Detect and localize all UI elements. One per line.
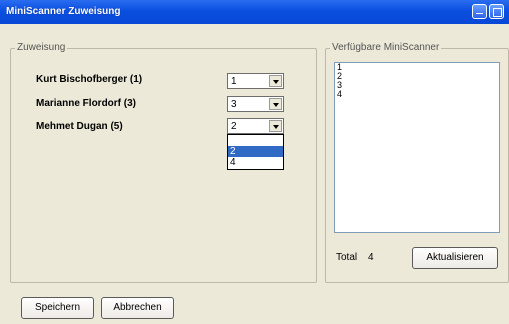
dropdown-option[interactable]: 4	[228, 157, 283, 168]
title-bar: MiniScanner Zuweisung	[0, 0, 509, 24]
dropdown-option[interactable]	[228, 135, 283, 146]
minimize-button[interactable]	[472, 4, 487, 19]
chevron-down-icon[interactable]	[269, 98, 282, 110]
total-label: Total	[336, 252, 358, 263]
maximize-icon	[493, 8, 502, 17]
chevron-down-icon[interactable]	[269, 75, 282, 87]
list-item[interactable]: 3	[335, 81, 499, 90]
scanner-select-mehmet[interactable]: 2	[227, 118, 284, 134]
chevron-down-icon[interactable]	[269, 120, 282, 132]
person-label-mehmet: Mehmet Dugan (5)	[36, 121, 123, 132]
dropdown-option-selected[interactable]: 2	[228, 146, 283, 157]
scanner-select-value: 3	[231, 99, 237, 110]
refresh-button[interactable]: Aktualisieren	[412, 247, 498, 269]
cancel-button[interactable]: Abbrechen	[101, 297, 174, 319]
minimize-icon	[476, 13, 483, 15]
list-item[interactable]: 2	[335, 72, 499, 81]
scanner-select-value: 1	[231, 76, 237, 87]
scanner-list[interactable]: 1 2 3 4	[334, 62, 500, 233]
window-title: MiniScanner Zuweisung	[6, 6, 121, 17]
total-value: 4	[368, 252, 374, 263]
list-item[interactable]: 4	[335, 90, 499, 99]
verfuegbar-legend: Verfügbare MiniScanner	[330, 42, 442, 53]
save-button[interactable]: Speichern	[21, 297, 94, 319]
scanner-select-kurt[interactable]: 1	[227, 73, 284, 89]
person-label-kurt: Kurt Bischofberger (1)	[36, 74, 143, 85]
list-item[interactable]: 1	[335, 63, 499, 72]
zuweisung-legend: Zuweisung	[15, 42, 68, 53]
scanner-dropdown-list: 2 4	[227, 134, 284, 170]
scanner-select-marianne[interactable]: 3	[227, 96, 284, 112]
person-label-marianne: Marianne Flordorf (3)	[36, 98, 137, 109]
scanner-select-value: 2	[231, 121, 237, 132]
maximize-button[interactable]	[489, 4, 504, 19]
